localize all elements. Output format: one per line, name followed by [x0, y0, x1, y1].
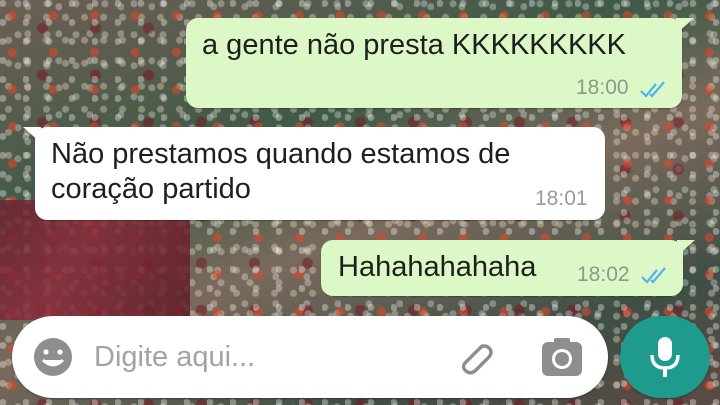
message-text: Hahahahahaha [338, 251, 537, 283]
microphone-icon [650, 337, 680, 377]
double-check-read-icon [641, 267, 666, 284]
message-time: 18:02 [577, 263, 630, 286]
message-bubble-incoming[interactable]: Não prestamos quando estamos de coração … [23, 127, 605, 220]
message-text: Não prestamos quando estamos de coração … [51, 138, 511, 205]
message-time: 18:01 [535, 187, 588, 210]
bubble-tail [676, 18, 694, 34]
voice-record-button[interactable] [620, 316, 710, 398]
message-time: 18:00 [576, 76, 629, 99]
camera-icon[interactable] [540, 336, 584, 378]
message-input[interactable] [94, 336, 424, 378]
smiley-icon[interactable] [32, 336, 74, 378]
double-check-read-icon [640, 81, 665, 98]
message-bubble-outgoing[interactable]: Hahahahahaha 18:02 [321, 240, 695, 296]
message-composer [12, 316, 608, 398]
bubble-tail [23, 127, 41, 143]
bubble-tail [677, 240, 695, 256]
paperclip-icon[interactable] [452, 334, 498, 380]
message-text: a gente não presta KKKKKKKKK [202, 29, 626, 61]
message-bubble-outgoing[interactable]: a gente não presta KKKKKKKKK 18:00 [186, 18, 694, 108]
